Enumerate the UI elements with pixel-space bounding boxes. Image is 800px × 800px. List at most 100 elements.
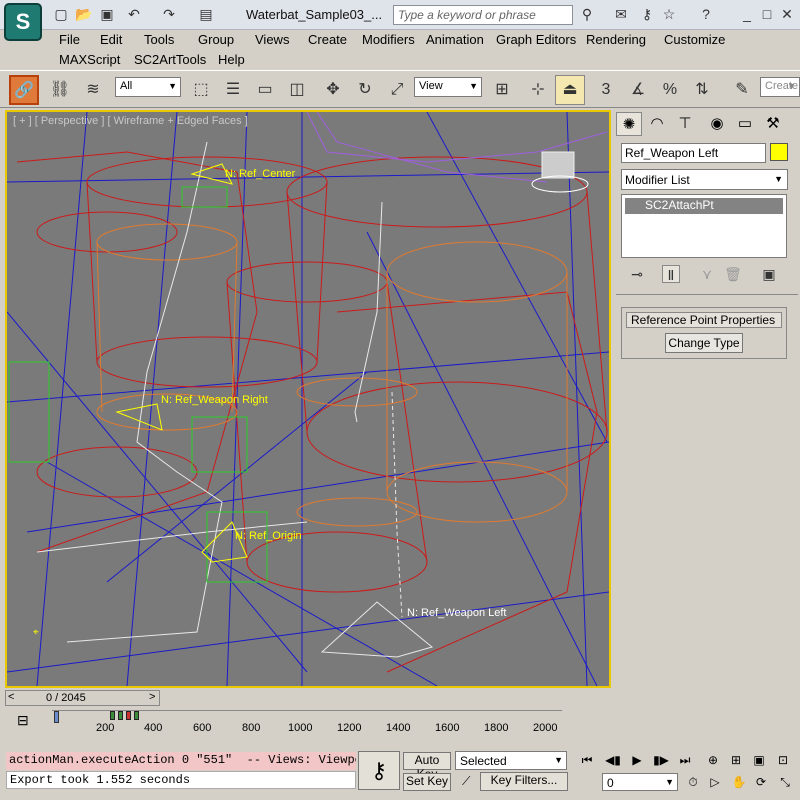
- configure-modifier-sets-icon[interactable]: ▣: [760, 265, 778, 283]
- prev-frame-icon[interactable]: <: [8, 691, 14, 703]
- favorites-star-icon[interactable]: ☆: [660, 5, 678, 23]
- communication-icon[interactable]: ✉: [612, 5, 630, 23]
- create-selection-set-dropdown[interactable]: Create: [760, 77, 800, 97]
- redo-icon[interactable]: ↷: [160, 5, 178, 23]
- key-mode-dropdown[interactable]: Selected: [455, 751, 567, 770]
- snaps-toggle-icon[interactable]: 3: [591, 75, 621, 105]
- menu-maxscript[interactable]: MAXScript: [59, 52, 120, 67]
- keyframe-marker[interactable]: [110, 711, 115, 720]
- create-tab-icon[interactable]: ✺: [616, 112, 642, 136]
- open-file-icon[interactable]: 📂: [75, 5, 93, 23]
- time-configuration-icon[interactable]: ⏱: [684, 774, 702, 790]
- select-by-name-icon[interactable]: ☰: [218, 75, 248, 105]
- default-in-out-tangent-icon[interactable]: ⟋: [462, 774, 470, 789]
- make-unique-icon[interactable]: ⋎: [698, 265, 716, 283]
- save-icon[interactable]: ▣: [98, 5, 116, 23]
- current-frame-field[interactable]: 0: [602, 773, 678, 791]
- maximize-button[interactable]: □: [758, 5, 776, 23]
- orbit-icon[interactable]: ⟳: [752, 774, 770, 790]
- binoculars-icon[interactable]: ⚲: [578, 5, 596, 23]
- field-of-view-icon[interactable]: ▷: [706, 774, 724, 790]
- select-object-icon[interactable]: ⬚: [186, 75, 216, 105]
- rectangular-selection-icon[interactable]: ▭: [250, 75, 280, 105]
- menu-rendering[interactable]: Rendering: [586, 32, 646, 47]
- bind-to-space-warp-icon[interactable]: ≋: [78, 75, 108, 105]
- set-key-button[interactable]: Set Key: [403, 773, 451, 791]
- menu-tools[interactable]: Tools: [144, 32, 174, 47]
- key-mode-icon[interactable]: ⚷: [358, 751, 400, 790]
- menu-views[interactable]: Views: [255, 32, 289, 47]
- pan-hand-icon[interactable]: ✋: [730, 774, 748, 790]
- key-filters-button[interactable]: Key Filters...: [480, 772, 568, 791]
- previous-frame-icon[interactable]: ◀▮: [604, 752, 622, 768]
- motion-tab-icon[interactable]: ◉: [704, 112, 730, 136]
- selection-filter-dropdown[interactable]: All: [115, 77, 181, 97]
- menu-graph-editors[interactable]: Graph Editors: [496, 32, 576, 47]
- search-input[interactable]: Type a keyword or phrase: [393, 5, 573, 25]
- time-cursor[interactable]: [54, 711, 59, 723]
- angle-snap-icon[interactable]: ∡: [623, 75, 653, 105]
- modifier-list-dropdown[interactable]: Modifier List: [621, 169, 788, 190]
- select-and-rotate-icon[interactable]: ↻: [350, 75, 380, 105]
- keyframe-marker[interactable]: [118, 711, 123, 720]
- new-file-icon[interactable]: ▢: [52, 5, 70, 23]
- use-pivot-center-icon[interactable]: ⊞: [487, 75, 517, 105]
- next-frame-icon[interactable]: ▮▶: [652, 752, 670, 768]
- zoom-icon[interactable]: ⊕: [704, 752, 722, 768]
- object-name-field[interactable]: Ref_Weapon Left: [621, 143, 766, 163]
- application-logo-icon[interactable]: S: [4, 3, 42, 41]
- menu-edit[interactable]: Edit: [100, 32, 122, 47]
- auto-key-button[interactable]: Auto Key: [403, 752, 451, 781]
- reference-coordinate-dropdown[interactable]: View: [414, 77, 482, 97]
- viewport-label-menu[interactable]: [ + ] [ Perspective ] [ Wireframe + Edge…: [13, 115, 248, 127]
- go-to-end-icon[interactable]: ⏭: [676, 752, 694, 768]
- menu-sc2arttools[interactable]: SC2ArtTools: [134, 52, 206, 67]
- menu-file[interactable]: File: [59, 32, 80, 47]
- stack-item[interactable]: SC2AttachPt: [625, 198, 783, 214]
- zoom-extents-icon[interactable]: ▣: [750, 752, 768, 768]
- hierarchy-tab-icon[interactable]: ⊤: [672, 112, 698, 136]
- show-end-result-icon[interactable]: Ⅱ: [662, 265, 680, 283]
- maxscript-listener-input[interactable]: actionMan.executeAction 0 "551" -- Views…: [6, 752, 356, 770]
- help-icon[interactable]: ?: [697, 5, 715, 23]
- project-folder-icon[interactable]: ▤: [197, 5, 215, 23]
- mini-curve-editor-icon[interactable]: ⊟: [17, 712, 29, 729]
- rollout-title[interactable]: Reference Point Properties: [626, 312, 782, 328]
- time-slider[interactable]: < 0 / 2045 >: [5, 690, 160, 706]
- menu-group[interactable]: Group: [198, 32, 234, 47]
- keyframe-marker[interactable]: [134, 711, 139, 720]
- spinner-snap-icon[interactable]: ⇅: [687, 75, 717, 105]
- select-and-manipulate-icon[interactable]: ⊹: [523, 75, 553, 105]
- track-bar[interactable]: 200 400 600 800 1000 1200 1400 1600 1800…: [52, 710, 562, 738]
- modify-tab-icon[interactable]: ◠: [644, 112, 670, 136]
- close-button[interactable]: ✕: [778, 5, 796, 23]
- maximize-viewport-icon[interactable]: ⤡: [776, 774, 794, 790]
- go-to-start-icon[interactable]: ⏮: [578, 752, 596, 768]
- maxscript-listener-output[interactable]: Export took 1.552 seconds: [6, 771, 356, 789]
- key-icon[interactable]: ⚷: [638, 5, 656, 23]
- select-and-move-icon[interactable]: ✥: [318, 75, 348, 105]
- object-color-swatch[interactable]: [770, 143, 788, 161]
- perspective-viewport[interactable]: [ + ] [ Perspective ] [ Wireframe + Edge…: [5, 110, 611, 688]
- remove-modifier-icon[interactable]: 🗑: [724, 265, 742, 283]
- next-frame-icon[interactable]: >: [149, 691, 155, 703]
- minimize-button[interactable]: _: [738, 5, 756, 23]
- display-tab-icon[interactable]: ▭: [732, 112, 758, 136]
- unlink-selection-icon[interactable]: ⛓: [45, 75, 75, 105]
- select-and-scale-icon[interactable]: ⤢: [382, 75, 412, 105]
- menu-modifiers[interactable]: Modifiers: [362, 32, 415, 47]
- menu-animation[interactable]: Animation: [426, 32, 484, 47]
- edit-named-selection-icon[interactable]: ✎: [727, 75, 757, 105]
- pin-stack-icon[interactable]: ⊸: [628, 265, 646, 283]
- change-type-button[interactable]: Change Type: [665, 333, 743, 353]
- utilities-tab-icon[interactable]: ⚒: [760, 112, 786, 136]
- keyframe-marker[interactable]: [126, 711, 131, 720]
- percent-snap-icon[interactable]: %: [655, 75, 685, 105]
- play-icon[interactable]: ▶: [628, 752, 646, 768]
- menu-help[interactable]: Help: [218, 52, 245, 67]
- undo-icon[interactable]: ↶: [125, 5, 143, 23]
- menu-customize[interactable]: Customize: [664, 32, 725, 47]
- window-crossing-icon[interactable]: ◫: [282, 75, 312, 105]
- menu-create[interactable]: Create: [308, 32, 347, 47]
- zoom-extents-all-icon[interactable]: ⊡: [774, 752, 792, 768]
